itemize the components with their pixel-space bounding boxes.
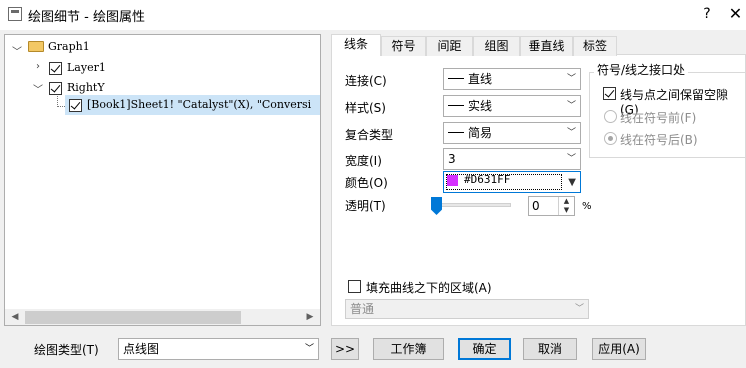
window-title: 绘图细节 - 绘图属性 xyxy=(28,10,145,25)
tab-labels[interactable]: 标签 xyxy=(573,36,617,56)
tab-group[interactable]: 组图 xyxy=(473,36,520,56)
close-button[interactable]: ✕ xyxy=(725,2,746,26)
expand-panel-button[interactable]: >> xyxy=(331,338,359,360)
chevron-down-icon: ﹀ xyxy=(566,128,576,138)
gap-group-title: 符号/线之接口处 xyxy=(594,61,689,78)
line-before-symbol-label[interactable]: 线在符号前(F) xyxy=(620,109,696,126)
gap-checkbox[interactable] xyxy=(603,87,616,100)
spin-buttons[interactable]: ▲ ▼ xyxy=(558,197,574,215)
app-window-icon xyxy=(8,7,22,21)
style-label: 样式(S) xyxy=(345,101,386,115)
chevron-down-icon: ﹀ xyxy=(566,74,576,84)
tree-item-graph[interactable]: Graph1 xyxy=(48,38,90,56)
transparency-slider-track[interactable] xyxy=(437,203,511,207)
line-sample-icon xyxy=(448,78,464,79)
line-sample-icon xyxy=(448,105,464,106)
tree-item-layer[interactable]: Layer1 xyxy=(67,59,106,77)
workbook-button[interactable]: 工作簿 xyxy=(373,338,444,360)
plot-checkbox[interactable] xyxy=(69,99,82,112)
fill-area-checkbox[interactable] xyxy=(348,280,361,293)
tree-item-plot[interactable]: [Book1]Sheet1! "Catalyst"(X), "Conversi xyxy=(87,96,311,114)
color-swatch xyxy=(447,175,458,186)
plot-tree-panel[interactable]: ﹀ Graph1 › Layer1 ﹀ RightY [Book1]Sheet1… xyxy=(4,34,321,326)
connect-label: 连接(C) xyxy=(345,74,387,88)
cancel-button[interactable]: 取消 xyxy=(523,338,577,360)
color-select[interactable]: #D631FF ▼ xyxy=(443,171,581,193)
tab-drop-lines[interactable]: 垂直线 xyxy=(520,36,573,56)
collapse-chevron-icon[interactable]: ﹀ xyxy=(33,81,43,96)
layer-checkbox[interactable] xyxy=(49,62,62,75)
folder-icon xyxy=(28,41,44,52)
collapse-chevron-icon[interactable]: ﹀ xyxy=(12,43,22,58)
line-sample-icon xyxy=(448,132,464,133)
width-select[interactable]: 3 ﹀ xyxy=(443,148,581,170)
axis-checkbox[interactable] xyxy=(49,82,62,95)
tree-connector-line xyxy=(57,96,65,107)
ok-button[interactable]: 确定 xyxy=(458,338,511,360)
tab-symbol[interactable]: 符号 xyxy=(381,36,426,56)
width-label: 宽度(I) xyxy=(345,154,382,168)
percent-unit: % xyxy=(582,201,592,212)
spin-down-icon[interactable]: ▼ xyxy=(559,206,574,215)
scrollbar-thumb[interactable] xyxy=(25,311,241,324)
fill-mode-select[interactable]: 普通 ﹀ xyxy=(345,299,589,319)
chevron-down-icon: ﹀ xyxy=(566,154,576,164)
plot-type-label: 绘图类型(T) xyxy=(34,343,99,357)
style-select[interactable]: 实线 ﹀ xyxy=(443,95,581,117)
composite-label: 复合类型 xyxy=(345,128,394,142)
line-after-symbol-radio[interactable] xyxy=(604,132,617,145)
composite-select[interactable]: 简易 ﹀ xyxy=(443,122,581,144)
color-label: 颜色(O) xyxy=(345,176,388,190)
chevron-down-icon: ﹀ xyxy=(566,101,576,111)
line-after-symbol-label[interactable]: 线在符号后(B) xyxy=(620,131,698,148)
chevron-down-icon: ﹀ xyxy=(574,304,584,314)
tab-line[interactable]: 线条 xyxy=(331,34,381,56)
spin-up-icon[interactable]: ▲ xyxy=(559,197,574,206)
line-before-symbol-radio[interactable] xyxy=(604,110,617,123)
tab-spacing[interactable]: 间距 xyxy=(426,36,473,56)
chevron-down-icon: ﹀ xyxy=(304,344,314,354)
transparency-label: 透明(T) xyxy=(345,199,386,213)
apply-button[interactable]: 应用(A) xyxy=(592,338,646,360)
plot-type-select[interactable]: 点线图 ﹀ xyxy=(118,338,319,360)
dropdown-arrow-icon: ▼ xyxy=(568,177,576,188)
connect-select[interactable]: 直线 ﹀ xyxy=(443,68,581,90)
scroll-left-icon[interactable]: ◀ xyxy=(7,309,23,325)
scroll-right-icon[interactable]: ▶ xyxy=(302,309,318,325)
help-button[interactable]: ? xyxy=(698,4,716,24)
expand-chevron-icon[interactable]: › xyxy=(33,61,43,72)
fill-area-label[interactable]: 填充曲线之下的区域(A) xyxy=(366,279,492,296)
